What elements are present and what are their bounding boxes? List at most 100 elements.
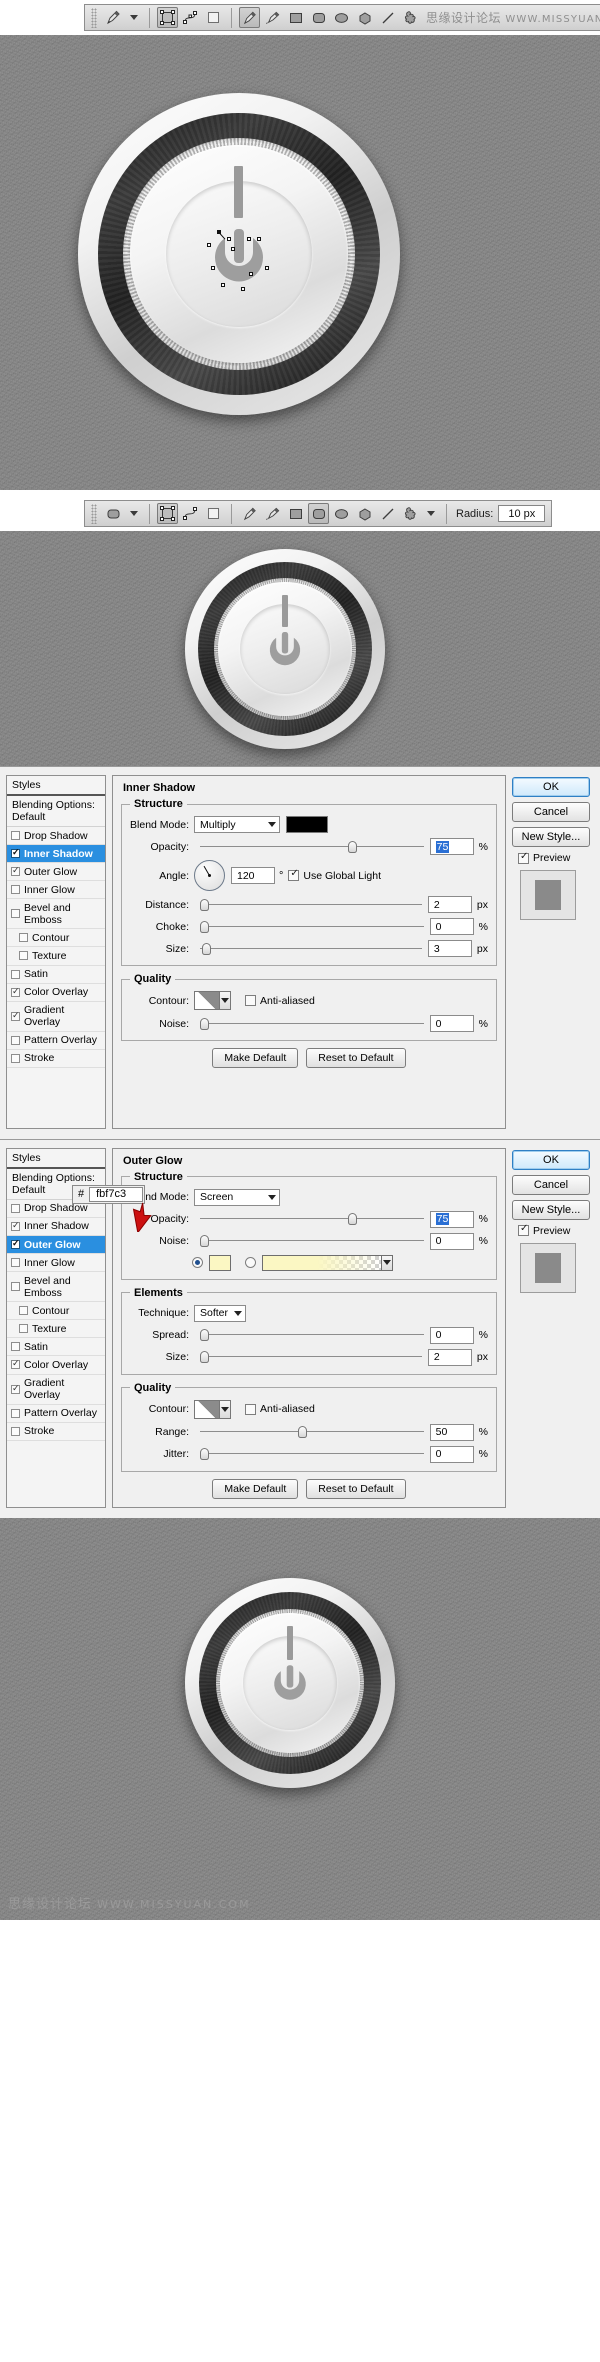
opacity-slider-2[interactable] [200,1212,424,1226]
ok-button[interactable]: OK [512,777,590,797]
checkbox-inner-shadow[interactable] [11,847,20,859]
style-item-pattern-overlay[interactable]: Pattern Overlay [7,1032,105,1050]
style-item-drop-shadow[interactable]: Drop Shadow [7,827,105,846]
chevron-down-icon[interactable] [220,991,231,1010]
rectangle-icon[interactable] [285,7,306,28]
jitter-slider[interactable] [200,1447,424,1461]
jitter-input[interactable]: 0 [429,1445,474,1463]
blending-options-item[interactable]: Blending Options: Default [7,796,105,827]
checkbox-satin-2[interactable] [11,1342,20,1352]
radio-solid-color[interactable] [192,1257,203,1269]
shadow-color-swatch[interactable] [286,816,328,833]
checkbox-outer-glow[interactable] [11,865,20,877]
checkbox-contour[interactable] [19,933,28,943]
paths-icon[interactable] [180,7,201,28]
checkbox-color-overlay[interactable] [11,986,20,997]
radius-input[interactable]: 10 px [498,505,546,522]
pen-tool-icon-2[interactable] [239,503,260,524]
range-input[interactable]: 50 [429,1423,474,1441]
choke-slider[interactable] [200,920,424,934]
choke-input[interactable]: 0 [429,918,474,935]
range-slider[interactable] [200,1425,424,1439]
style-item-outer-glow-2[interactable]: Outer Glow [7,1236,105,1255]
style-item-contour-2[interactable]: Contour [7,1302,105,1321]
checkbox-satin[interactable] [11,969,20,979]
ellipse-icon-2[interactable] [331,503,352,524]
checkbox-contour-2[interactable] [19,1306,28,1316]
style-item-stroke-2[interactable]: Stroke [7,1423,105,1441]
style-item-stroke[interactable]: Stroke [7,1050,105,1068]
cancel-button-2[interactable]: Cancel [512,1174,590,1195]
style-item-satin-2[interactable]: Satin [7,1338,105,1357]
polygon-icon-2[interactable] [354,503,375,524]
custom-shape-icon-2[interactable] [400,503,421,524]
ellipse-icon[interactable] [331,7,352,28]
style-item-color-overlay-2[interactable]: Color Overlay [7,1356,105,1375]
noise-slider-2[interactable] [200,1234,424,1248]
checkbox-inner-glow[interactable] [11,885,20,895]
reset-to-default-button[interactable]: Reset to Default [306,1048,406,1068]
checkbox-preview[interactable] [518,851,529,864]
line-icon[interactable] [377,7,398,28]
cancel-button[interactable]: Cancel [512,802,590,822]
blend-mode-select-2[interactable]: Screen [194,1188,280,1206]
style-item-pattern-overlay-2[interactable]: Pattern Overlay [7,1405,105,1423]
make-default-button[interactable]: Make Default [212,1048,299,1068]
glow-gradient-preview[interactable] [262,1254,382,1271]
freeform-pen-icon-2[interactable] [262,503,283,524]
style-item-bevel-and-emboss[interactable]: Bevel and Emboss [7,899,105,930]
style-item-inner-glow-2[interactable]: Inner Glow [7,1254,105,1273]
new-style-button[interactable]: New Style... [512,827,590,847]
fill-pixels-icon-2[interactable] [203,503,224,524]
line-icon-2[interactable] [377,503,398,524]
style-item-bevel-and-emboss-2[interactable]: Bevel and Emboss [7,1272,105,1303]
technique-select[interactable]: Softer [194,1304,246,1322]
toolbar-grip-2[interactable] [91,503,97,524]
distance-slider[interactable] [200,898,422,912]
custom-shape-icon[interactable] [400,7,421,28]
opacity-input-2[interactable]: 75 [429,1210,474,1228]
rectangle-icon-2[interactable] [285,503,306,524]
style-item-texture[interactable]: Texture [7,947,105,966]
shape-layers-icon-2[interactable] [157,503,178,524]
checkbox-outer-glow-2[interactable] [11,1238,20,1250]
angle-input[interactable]: 120 [231,867,275,884]
checkbox-gradient-overlay[interactable] [11,1010,20,1021]
angle-dial[interactable] [194,860,225,891]
paths-icon-2[interactable] [180,503,201,524]
checkbox-drop-shadow-2[interactable] [11,1203,20,1213]
pen-tool-shape-icon[interactable] [239,7,260,28]
style-item-gradient-overlay-2[interactable]: Gradient Overlay [7,1375,105,1405]
opacity-slider[interactable] [200,840,424,854]
style-item-satin[interactable]: Satin [7,966,105,984]
checkbox-bevel-and-emboss-2[interactable] [11,1282,20,1292]
radio-gradient[interactable] [245,1257,256,1269]
chevron-down-icon[interactable] [130,15,138,20]
rounded-rectangle-icon[interactable] [308,7,329,28]
size-input-2[interactable]: 2 [427,1348,472,1366]
checkbox-anti-aliased[interactable] [245,995,256,1006]
style-item-contour[interactable]: Contour [7,929,105,948]
shape-options-chevron-icon[interactable] [427,511,435,516]
ok-button-2[interactable]: OK [512,1149,590,1170]
noise-input-2[interactable]: 0 [429,1232,474,1250]
checkbox-inner-glow-2[interactable] [11,1258,20,1268]
checkbox-preview-2[interactable] [518,1223,529,1237]
fill-pixels-icon[interactable] [203,7,224,28]
checkbox-texture[interactable] [19,951,28,961]
checkbox-stroke[interactable] [11,1053,20,1063]
spread-input[interactable]: 0 [429,1326,474,1344]
distance-input[interactable]: 2 [427,896,472,913]
style-item-color-overlay[interactable]: Color Overlay [7,984,105,1002]
new-style-button-2[interactable]: New Style... [512,1199,590,1220]
noise-input[interactable]: 0 [429,1015,474,1032]
chevron-down-icon[interactable] [220,1399,231,1419]
checkbox-pattern-overlay-2[interactable] [11,1408,20,1418]
use-global-light-row[interactable]: Use Global Light [288,868,381,882]
preview-row[interactable]: Preview [518,851,594,864]
checkbox-gradient-overlay-2[interactable] [11,1383,20,1394]
style-item-inner-shadow[interactable]: Inner Shadow [7,845,105,864]
pen-tool-icon[interactable] [103,7,124,28]
noise-slider[interactable] [200,1017,424,1031]
checkbox-drop-shadow[interactable] [11,831,20,841]
